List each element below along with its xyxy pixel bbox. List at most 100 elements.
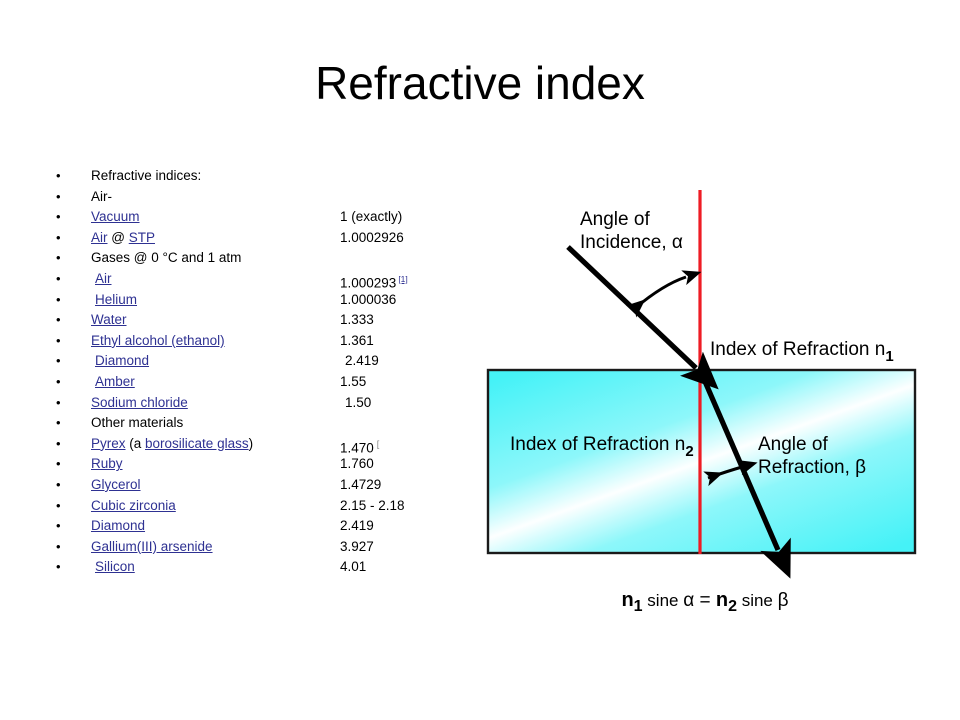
list-item-label: Gallium(III) arsenide bbox=[91, 537, 213, 558]
material-link[interactable]: Amber bbox=[95, 374, 135, 389]
value-text: 1.470 bbox=[340, 440, 374, 456]
slide-canvas: Refractive index • Refractive indices: • Ai… bbox=[0, 0, 960, 720]
material-link[interactable]: STP bbox=[129, 230, 155, 245]
refraction-diagram: Angle of Incidence, α Index of Refractio… bbox=[470, 182, 940, 627]
refractive-index-value: 1.000036 bbox=[340, 290, 396, 311]
list-item: • Diamond 2.419 bbox=[52, 351, 472, 372]
material-link[interactable]: Glycerol bbox=[91, 477, 141, 492]
material-link[interactable]: borosilicate glass bbox=[145, 436, 249, 451]
list-item-label: Air @ STP bbox=[91, 228, 155, 249]
material-link[interactable]: Diamond bbox=[91, 518, 145, 533]
bullet-glyph: • bbox=[56, 559, 61, 575]
bullet-glyph: • bbox=[56, 373, 61, 389]
list-item: • Air- bbox=[52, 187, 472, 208]
refractive-index-value: 4.01 bbox=[340, 557, 366, 578]
material-link[interactable]: Ethyl alcohol (ethanol) bbox=[91, 333, 225, 348]
list-item: • Ruby 1.760 bbox=[52, 454, 472, 475]
value-text: 1.000036 bbox=[340, 291, 397, 307]
bullet-glyph: • bbox=[56, 270, 61, 286]
label-text: @ bbox=[107, 229, 129, 245]
list-item-label: Gases @ 0 °C and 1 atm bbox=[91, 248, 241, 269]
material-link[interactable]: Ruby bbox=[91, 456, 123, 471]
value-text: 1.333 bbox=[340, 312, 374, 328]
list-item: • Air 1.000293 [1] bbox=[52, 269, 472, 291]
label-angle-of-incidence-line1: Angle of bbox=[580, 209, 650, 230]
value-text: 1 (exactly) bbox=[340, 209, 403, 225]
list-item-label: Other materials bbox=[91, 413, 183, 434]
label-index-of-refraction-n1: Index of Refraction n1 bbox=[710, 339, 894, 365]
value-text: 1.760 bbox=[340, 456, 374, 472]
list-item: • Refractive indices: bbox=[52, 166, 472, 187]
bullet-glyph: • bbox=[56, 291, 61, 307]
citation-marker-truncated[interactable]: [ bbox=[377, 439, 379, 449]
bullet-glyph: • bbox=[56, 538, 61, 554]
list-item: • Other materials bbox=[52, 413, 472, 434]
list-item: • Helium 1.000036 bbox=[52, 290, 472, 311]
page-title: Refractive index bbox=[315, 57, 645, 109]
snells-law-formula: n1 sine α = n2 sine β bbox=[621, 589, 788, 615]
material-link[interactable]: Gallium(III) arsenide bbox=[91, 539, 213, 554]
list-item: • Diamond 2.419 bbox=[52, 516, 472, 537]
value-text: 1.55 bbox=[340, 373, 367, 389]
refractive-index-value: 1.760 bbox=[340, 454, 374, 475]
material-link[interactable]: Air bbox=[95, 271, 112, 286]
list-item-label: Glycerol bbox=[91, 475, 141, 496]
material-link[interactable]: Diamond bbox=[95, 353, 149, 368]
bullet-glyph: • bbox=[56, 250, 61, 266]
value-text: 2.419 bbox=[340, 518, 374, 534]
incident-ray bbox=[566, 245, 719, 390]
material-link[interactable]: Air bbox=[91, 230, 108, 245]
list-item-label: Air bbox=[95, 269, 112, 290]
label-text: Refractive indices: bbox=[91, 168, 202, 183]
list-item: • Air @ STP 1.0002926 bbox=[52, 228, 472, 249]
value-text: 2.419 bbox=[345, 353, 379, 369]
refractive-index-list: • Refractive indices: • Air- • Vacuum 1 (exact… bbox=[52, 166, 472, 578]
refractive-index-value: 1.55 bbox=[340, 372, 366, 393]
value-text: 1.50 bbox=[345, 394, 372, 410]
bullet-glyph: • bbox=[56, 518, 61, 534]
list-item: • Gases @ 0 °C and 1 atm bbox=[52, 248, 472, 269]
bullet-glyph: • bbox=[56, 332, 61, 348]
bullet-glyph: • bbox=[56, 188, 61, 204]
label-angle-of-refraction-line1: Angle of bbox=[758, 434, 828, 455]
list-item: • Pyrex (a borosilicate glass) 1.470[ bbox=[52, 434, 472, 456]
citation-marker[interactable]: [1] bbox=[398, 274, 407, 284]
bullet-glyph: • bbox=[56, 229, 61, 245]
material-link[interactable]: Cubic zirconia bbox=[91, 498, 176, 513]
bullet-glyph: • bbox=[56, 209, 61, 225]
material-link[interactable]: Sodium chloride bbox=[91, 395, 188, 410]
bullet-glyph: • bbox=[56, 394, 61, 410]
list-item: • Cubic zirconia 2.15 - 2.18 bbox=[52, 496, 472, 517]
list-item-label: Ruby bbox=[91, 454, 123, 475]
material-link[interactable]: Pyrex bbox=[91, 436, 126, 451]
label-text: Other materials bbox=[91, 415, 184, 431]
material-link[interactable]: Helium bbox=[95, 292, 137, 307]
material-link[interactable]: Silicon bbox=[95, 559, 135, 574]
list-item-label: Cubic zirconia bbox=[91, 496, 176, 517]
bullet-glyph: • bbox=[56, 168, 61, 183]
list-item-label: Diamond bbox=[95, 351, 149, 372]
value-text: 3.927 bbox=[340, 538, 374, 554]
value-text: 1.000293 bbox=[340, 275, 397, 291]
refractive-index-value: 3.927 bbox=[340, 537, 374, 558]
refractive-index-value: 1.361 bbox=[340, 331, 374, 352]
label-text: Air- bbox=[91, 188, 112, 204]
list-item-label: Helium bbox=[95, 290, 137, 311]
list-item-label: Diamond bbox=[91, 516, 145, 537]
refractive-index-value: 2.15 - 2.18 bbox=[340, 496, 405, 517]
list-item-label: Water bbox=[91, 310, 127, 331]
material-link[interactable]: Vacuum bbox=[91, 209, 140, 224]
refractive-index-value: 1.4729 bbox=[340, 475, 381, 496]
list-item: • Water 1.333 bbox=[52, 310, 472, 331]
angle-of-incidence-arc bbox=[626, 270, 702, 318]
value-text: 2.15 - 2.18 bbox=[340, 497, 405, 513]
refractive-index-value: 1 (exactly) bbox=[340, 207, 402, 228]
refractive-index-value: 2.419 bbox=[340, 516, 374, 537]
label-text: (a bbox=[125, 435, 146, 451]
refractive-index-value: 1.333 bbox=[340, 310, 374, 331]
list-item: • Sodium chloride 1.50 bbox=[52, 393, 472, 414]
refractive-index-value: 2.419 bbox=[345, 351, 379, 372]
material-link[interactable]: Water bbox=[91, 312, 127, 327]
bullet-glyph: • bbox=[56, 456, 61, 472]
list-item: • Amber 1.55 bbox=[52, 372, 472, 393]
